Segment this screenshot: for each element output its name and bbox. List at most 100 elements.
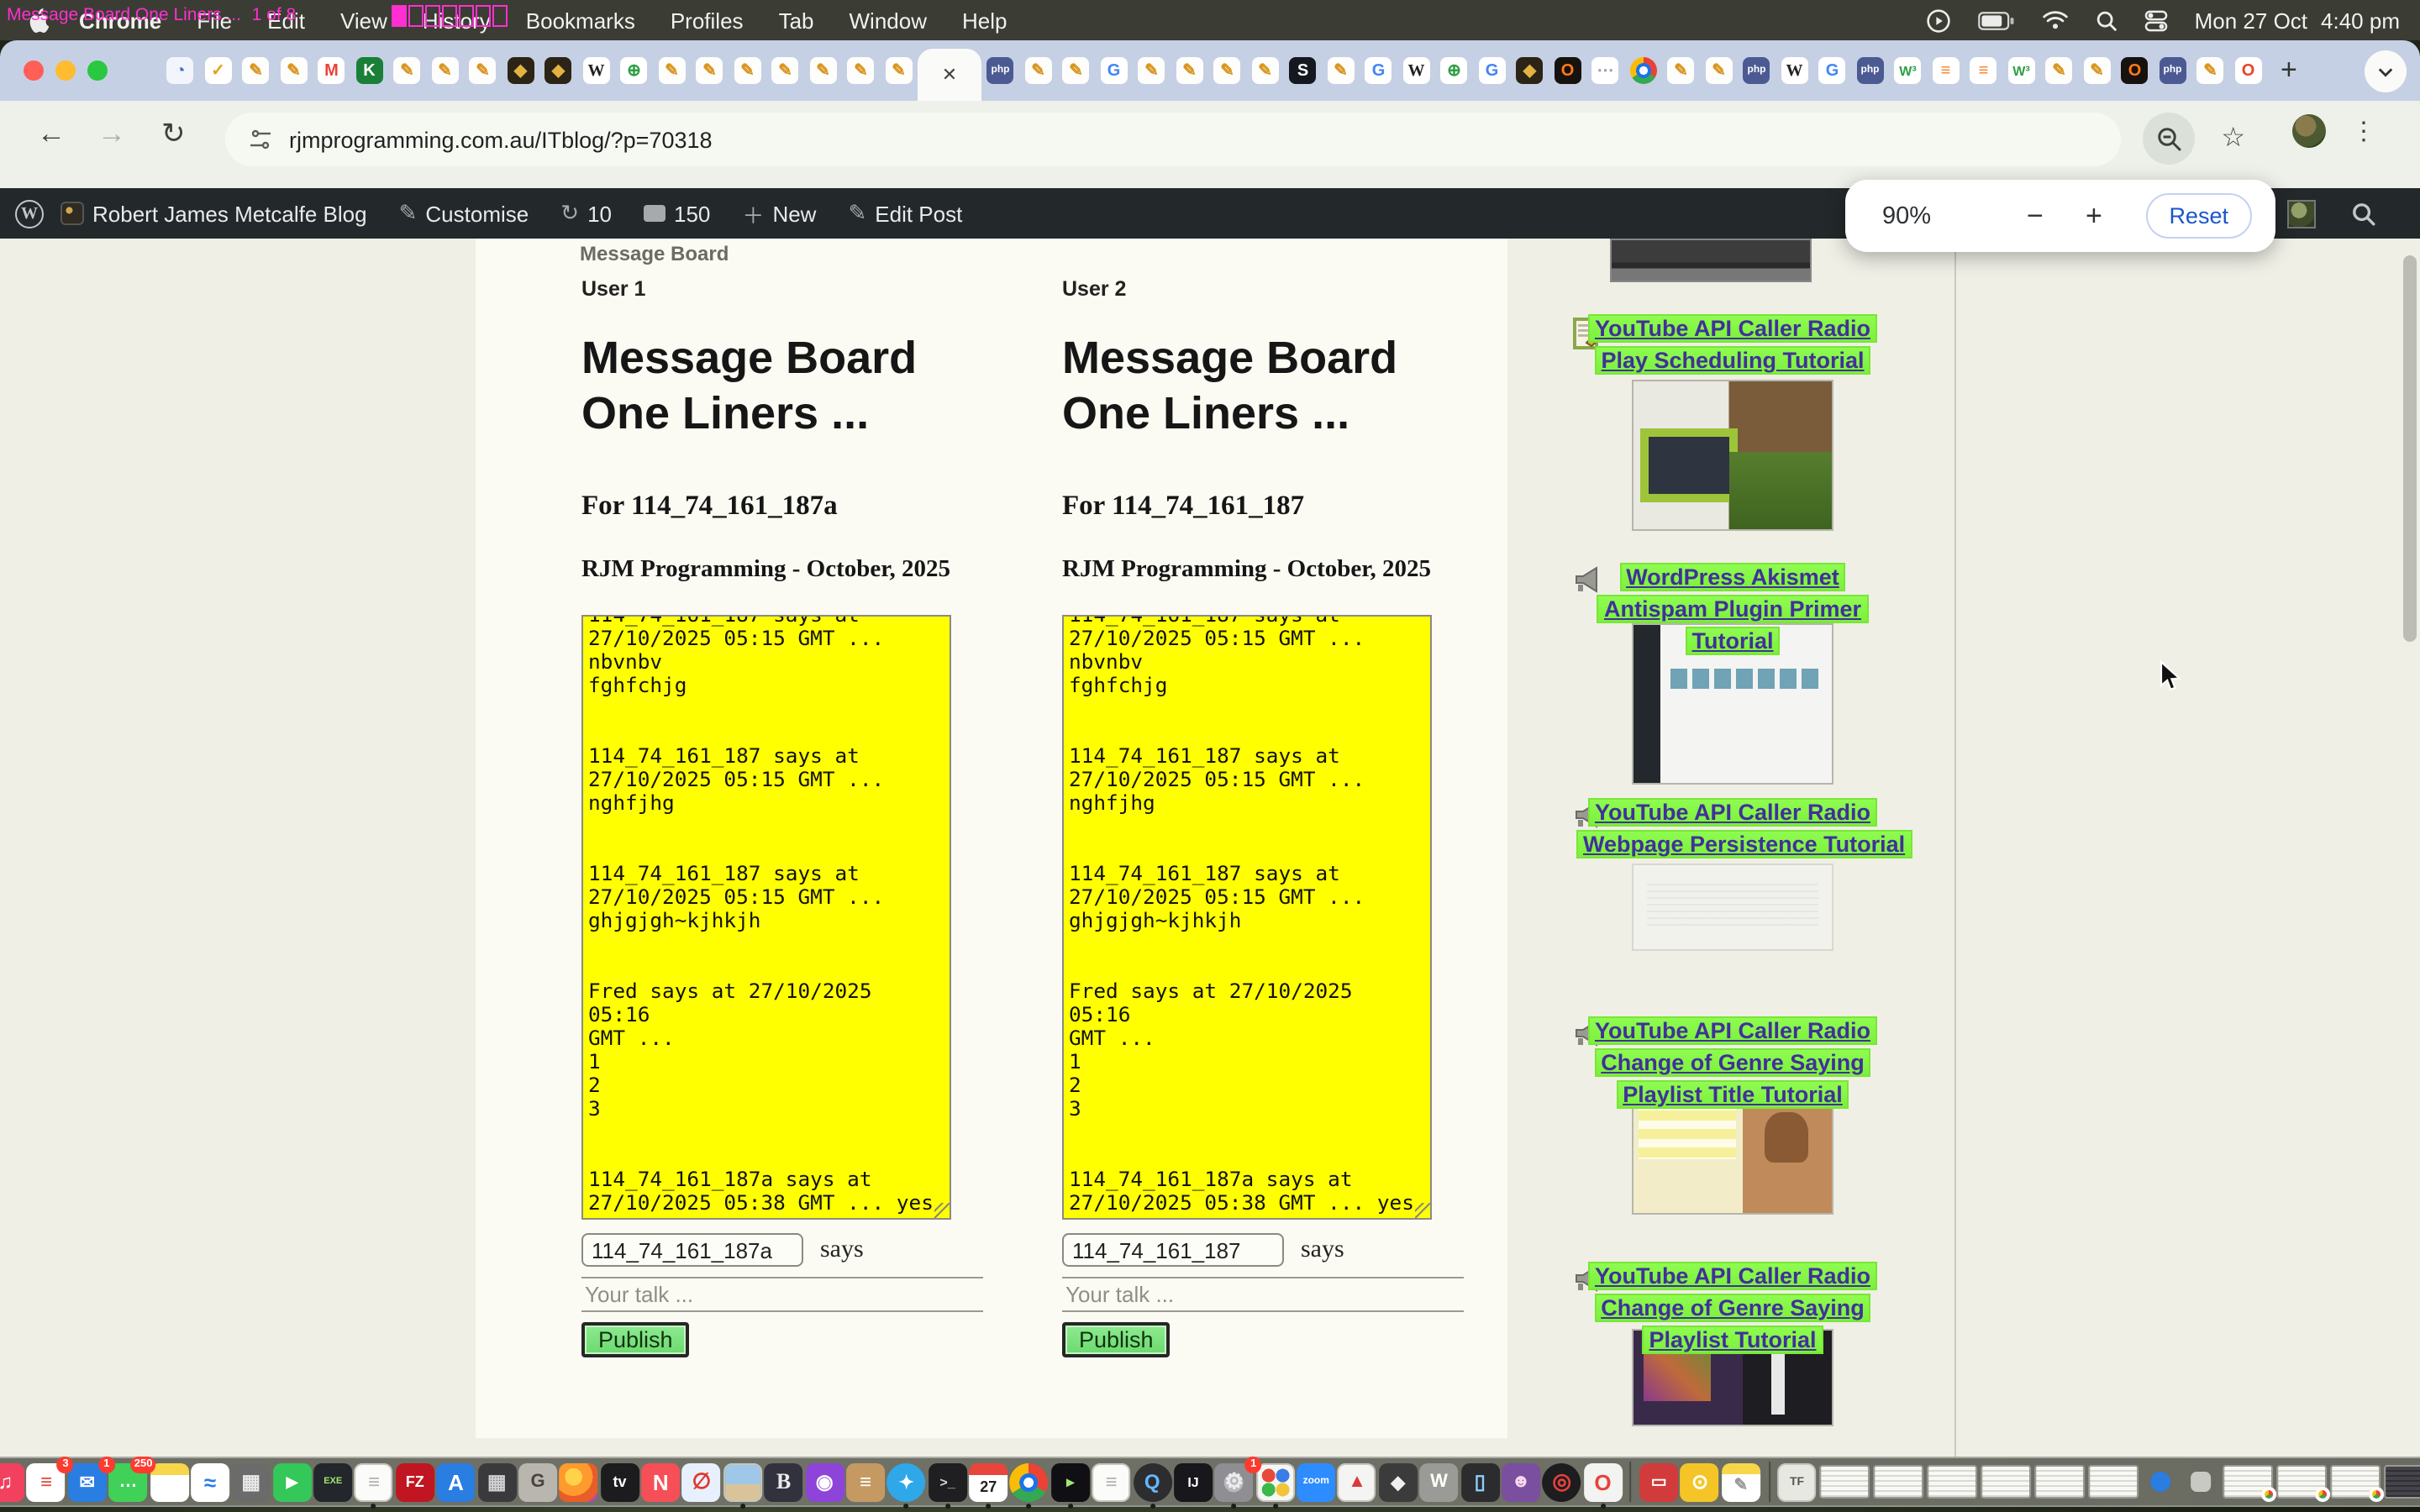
tutorial-link[interactable]: YouTube API Caller Radio — [1588, 1262, 1877, 1290]
forward-button[interactable]: → — [97, 118, 126, 151]
browser-tab-pencil[interactable]: ✎ — [1019, 47, 1057, 94]
wp-updates-menu[interactable]: ↻ 10 — [560, 200, 612, 227]
menu-item-tab[interactable]: Tab — [779, 8, 814, 33]
wp-customise-menu[interactable]: ✎ Customise — [399, 200, 529, 227]
browser-tab-pencil[interactable]: ✎ — [2040, 47, 2078, 94]
tutorial-link[interactable]: WordPress Akismet — [1619, 563, 1846, 591]
dock-app-store-icon[interactable]: A — [437, 1462, 476, 1501]
browser-tab-clock[interactable]: ◔ — [161, 47, 199, 94]
wp-new-menu[interactable]: ＋ New — [742, 197, 816, 229]
browser-tab-pencil[interactable]: ✎ — [729, 47, 766, 94]
menu-item-profiles[interactable]: Profiles — [671, 8, 744, 33]
browser-tab-google[interactable]: G — [1095, 47, 1133, 94]
tutorial-link[interactable]: Playlist Tutorial — [1642, 1326, 1823, 1354]
dock-colorsync-icon[interactable] — [1256, 1462, 1295, 1501]
reload-button[interactable]: ↻ — [161, 118, 186, 151]
browser-tab-kotlin[interactable]: K — [350, 47, 388, 94]
browser-tab-w3[interactable]: W³ — [1889, 47, 1927, 94]
tutorial-link[interactable]: Change of Genre Saying — [1594, 1048, 1871, 1077]
browser-tab-sdark[interactable]: S — [1284, 47, 1322, 94]
dock-lightbulb-icon[interactable]: ⊙ — [1681, 1462, 1719, 1501]
dock-flashcards-icon[interactable]: ▭ — [1639, 1462, 1678, 1501]
browser-tab-globe[interactable]: ⊕ — [615, 47, 653, 94]
dock-intellij-icon[interactable]: IJ — [1174, 1462, 1213, 1501]
browser-tab-php[interactable]: php — [1851, 47, 1889, 94]
profile-avatar[interactable] — [2292, 114, 2326, 148]
browser-tab-php[interactable]: php — [1738, 47, 1776, 94]
browser-tab-pencil[interactable]: ✎ — [766, 47, 804, 94]
tutorial-link[interactable]: YouTube API Caller Radio — [1588, 798, 1877, 827]
minimized-window[interactable] — [2384, 1465, 2420, 1499]
tutorial-thumbnail[interactable] — [1632, 380, 1833, 531]
browser-tab-pencil[interactable]: ✎ — [1662, 47, 1700, 94]
dock-terminal-dark-icon[interactable]: EXE — [313, 1462, 352, 1501]
dock-purple-app-icon[interactable]: ☻ — [1502, 1462, 1540, 1501]
tutorial-link[interactable]: Webpage Persistence Tutorial — [1576, 830, 1912, 858]
tutorial-link[interactable]: YouTube API Caller Radio — [1588, 314, 1877, 343]
dock-launchpad-icon[interactable]: ▦ — [232, 1462, 271, 1501]
menu-item-window[interactable]: Window — [850, 8, 928, 33]
browser-tab-gmail[interactable]: M — [313, 47, 350, 94]
dock-white-app-icon[interactable]: W — [1420, 1462, 1459, 1501]
browser-tab-oorange[interactable]: O — [2229, 47, 2267, 94]
menu-time[interactable]: 4:40 pm — [2321, 8, 2400, 33]
menu-item-help[interactable]: Help — [962, 8, 1007, 33]
active-tab[interactable]: ✕ — [918, 49, 981, 101]
dock-news-icon[interactable]: N — [641, 1462, 680, 1501]
browser-tab-pencil[interactable]: ✎ — [653, 47, 691, 94]
control-center-icon[interactable] — [2144, 9, 2168, 31]
browser-tab-php[interactable]: php — [2154, 47, 2191, 94]
bookmark-star-icon[interactable]: ☆ — [2221, 121, 2245, 155]
dock-settings-icon[interactable]: ⚙1 — [1215, 1462, 1254, 1501]
browser-tab-pencil[interactable]: ✎ — [464, 47, 502, 94]
browser-tab-pencil[interactable]: ✎ — [842, 47, 880, 94]
dock-safari-icon[interactable]: ✦ — [887, 1462, 926, 1501]
zoom-minus-button[interactable]: − — [2027, 199, 2044, 233]
talk-input[interactable] — [1062, 1278, 1464, 1310]
browser-tab-pencil[interactable]: ✎ — [1322, 47, 1360, 94]
browser-tab-pencil[interactable]: ✎ — [1700, 47, 1738, 94]
dock-calendar-icon[interactable]: 27 — [969, 1462, 1007, 1501]
wp-search-icon[interactable] — [2351, 201, 2376, 226]
dock-notes-icon[interactable]: ✎ — [1722, 1462, 1760, 1501]
browser-tab-odark[interactable]: O — [1549, 47, 1586, 94]
dock-mini-figure[interactable] — [2191, 1472, 2211, 1492]
minimized-window[interactable] — [1819, 1465, 1870, 1499]
dock-podcasts-icon[interactable]: ◉ — [805, 1462, 844, 1501]
browser-tab-pencil[interactable]: ✎ — [388, 47, 426, 94]
dock-mini-app[interactable] — [2150, 1472, 2170, 1492]
menu-item-view[interactable]: View — [340, 8, 387, 33]
wp-comments-menu[interactable]: 150 — [644, 201, 710, 226]
dock-chrome-icon[interactable] — [1010, 1462, 1049, 1501]
browser-tab-pencil[interactable]: ✎ — [2191, 47, 2229, 94]
browser-tab-pencil[interactable]: ✎ — [1208, 47, 1246, 94]
dock-blocked-icon[interactable]: ∅ — [682, 1462, 721, 1501]
browser-tab-pencil[interactable]: ✎ — [880, 47, 918, 94]
browser-tab-so[interactable]: ≡ — [1927, 47, 1965, 94]
browser-scrollbar-thumb[interactable] — [2403, 255, 2417, 642]
tab-overflow-chevron[interactable] — [2365, 50, 2407, 92]
browser-tab-wiki[interactable]: W — [1776, 47, 1813, 94]
zoom-reset-button[interactable]: Reset — [2145, 193, 2252, 239]
zoom-plus-button[interactable]: + — [2086, 199, 2102, 233]
dock-health-icon[interactable]: ≈ — [191, 1462, 229, 1501]
browser-tab-google[interactable]: G — [1813, 47, 1851, 94]
browser-tab-chrome[interactable] — [1624, 47, 1662, 94]
dock-altserver-icon[interactable]: ▲ — [1338, 1462, 1376, 1501]
browser-tab-pencil[interactable]: ✎ — [1133, 47, 1171, 94]
username-input[interactable] — [1062, 1233, 1284, 1267]
dock-device-frame-icon[interactable]: ▯ — [1460, 1462, 1499, 1501]
dock-terminal-alt-icon[interactable]: ▸ — [1051, 1462, 1090, 1501]
dock-notes-yellow-icon[interactable] — [150, 1462, 188, 1501]
zoom-out-lens-icon[interactable] — [2143, 113, 2195, 165]
messages-textarea[interactable] — [1062, 615, 1432, 1220]
browser-tab-google[interactable]: G — [1360, 47, 1397, 94]
wp-edit-post-menu[interactable]: ✎ Edit Post — [848, 200, 962, 227]
browser-tab-dots[interactable]: ⋯ — [1586, 47, 1624, 94]
dock-keypad-icon[interactable]: ▦ — [477, 1462, 516, 1501]
dock-facetime-icon[interactable]: ▶ — [273, 1462, 312, 1501]
new-tab-button[interactable]: + — [2281, 54, 2297, 87]
dock-firefox-icon[interactable] — [560, 1462, 598, 1501]
minimized-window[interactable] — [1927, 1465, 1977, 1499]
minimized-window[interactable] — [1981, 1465, 2031, 1499]
